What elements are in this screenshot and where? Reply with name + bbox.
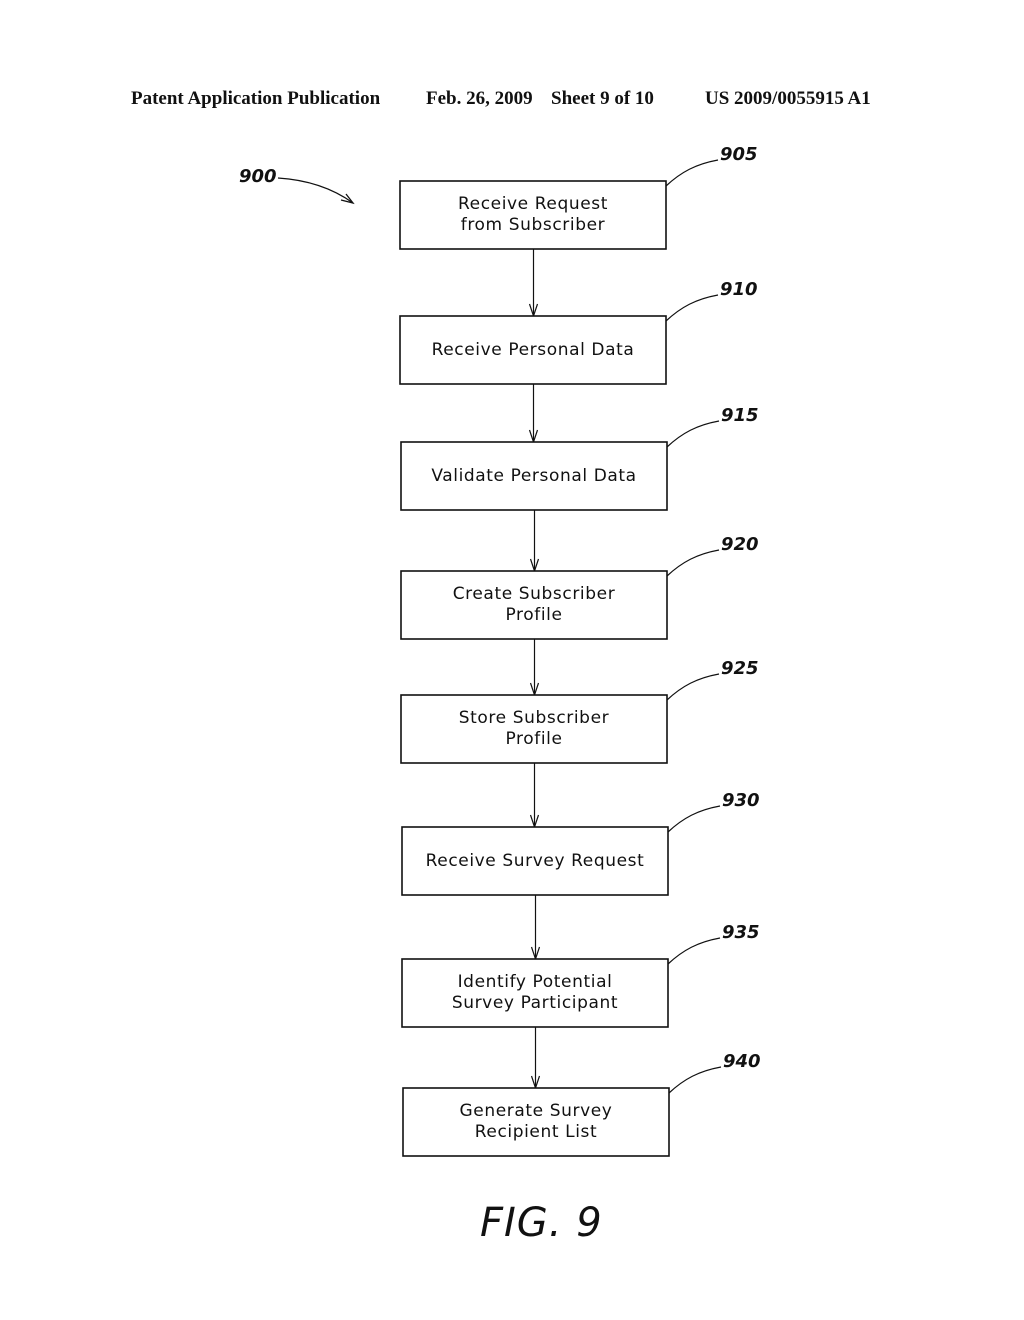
figure-pointer-arrow	[277, 177, 354, 204]
leader-line-925	[666, 673, 720, 701]
step-line-1: Store Subscriber	[458, 708, 610, 728]
step-ref-915: 915	[721, 405, 759, 426]
step-text-925: Store Subscriber Profile	[401, 695, 667, 763]
figure-caption: FIG. 9	[480, 1200, 603, 1246]
step-text-935: Identify Potential Survey Participant	[402, 959, 668, 1027]
step-line-1: Identify Potential	[457, 972, 613, 992]
leader-line-915	[666, 420, 720, 448]
step-ref-910: 910	[720, 279, 758, 300]
step-ref-920: 920	[721, 534, 759, 555]
step-line-2: Recipient List	[474, 1122, 598, 1142]
leader-line-935	[667, 937, 721, 965]
step-line-1: Generate Survey	[459, 1101, 613, 1121]
step-ref-905: 905	[720, 144, 758, 165]
leader-line-930	[667, 805, 721, 833]
step-line-1: Receive Survey Request	[425, 850, 645, 871]
step-line-2: Profile	[505, 729, 563, 749]
step-text-940: Generate Survey Recipient List	[403, 1088, 669, 1156]
leader-line-920	[666, 549, 720, 577]
step-line-1: Receive Request	[457, 194, 608, 214]
step-line-2: Profile	[505, 605, 563, 625]
step-line-1: Validate Personal Data	[431, 465, 637, 486]
leader-line-905	[665, 159, 719, 187]
step-line-2: from Subscriber	[460, 215, 606, 235]
step-ref-925: 925	[721, 658, 759, 679]
step-text-910: Receive Personal Data	[400, 316, 666, 384]
step-ref-930: 930	[722, 790, 760, 811]
figure-ref-label: 900	[239, 166, 277, 187]
step-text-930: Receive Survey Request	[402, 827, 668, 895]
step-ref-940: 940	[723, 1051, 761, 1072]
step-ref-935: 935	[722, 922, 760, 943]
step-line-2: Survey Participant	[451, 993, 619, 1013]
leader-line-910	[665, 294, 719, 322]
step-text-915: Validate Personal Data	[401, 442, 667, 510]
step-text-920: Create Subscriber Profile	[401, 571, 667, 639]
step-text-905: Receive Request from Subscriber	[400, 181, 666, 249]
step-line-1: Create Subscriber	[452, 584, 616, 604]
leader-line-940	[668, 1066, 722, 1094]
step-line-1: Receive Personal Data	[431, 339, 635, 360]
